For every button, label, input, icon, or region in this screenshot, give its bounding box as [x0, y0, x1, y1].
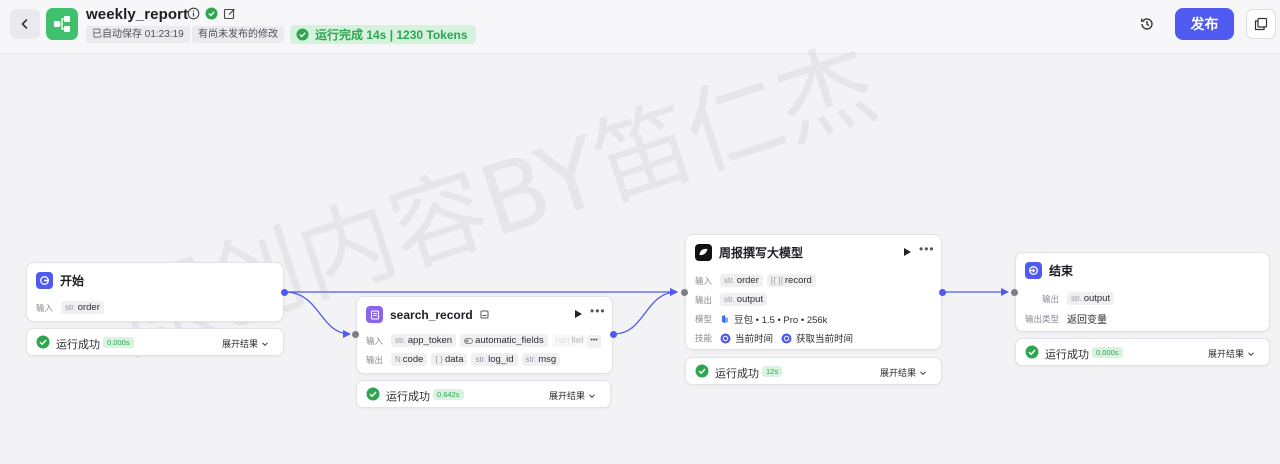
llm-output-label: 输出 — [695, 294, 713, 305]
start-title: 开始 — [60, 274, 85, 288]
llm-node[interactable]: 周报撰写大模型 ••• 输入 str. order [{ }] record 输出 … — [685, 234, 942, 350]
llm-input-chip: [{ }] record — [766, 274, 816, 287]
llm-model-value: 豆包 • 1.5 • Pro • 256k — [734, 315, 828, 326]
toggle-icon — [464, 337, 474, 344]
start-time-badge: 0.000s — [103, 337, 134, 348]
end-node[interactable]: 结束 输出 str. output 输出类型 返回变量 — [1015, 252, 1270, 332]
llm-title: 周报撰写大模型 — [719, 246, 804, 260]
copy-icon — [1254, 17, 1268, 31]
top-bar: weekly_report 已自动保存 01:23:19 有尚未发布的修改 运行… — [0, 0, 1280, 54]
end-status: 运行成功 0.000s 展开结果 — [1015, 338, 1270, 366]
search-input-chip: automatic_fields — [460, 334, 548, 347]
search-title: search_record — [390, 307, 473, 322]
success-icon — [366, 387, 380, 401]
edit-icon[interactable] — [223, 7, 236, 20]
success-icon — [296, 28, 309, 41]
end-in-port[interactable] — [1011, 289, 1018, 296]
start-status: 运行成功 0.000s 展开结果 — [26, 328, 284, 356]
llm-model-label: 模型 — [695, 314, 713, 324]
llm-out-port[interactable] — [939, 289, 946, 296]
verified-icon — [205, 7, 218, 20]
workflow-title: weekly_report — [86, 6, 189, 23]
doubao-icon — [722, 315, 729, 323]
title-icons — [187, 7, 236, 20]
search-expand-button[interactable]: 展开结果 — [549, 389, 596, 402]
llm-input-chip: str. order — [720, 274, 763, 287]
chevron-down-icon — [589, 393, 595, 398]
search-record-node[interactable]: search_record ••• 输入 str. app_token autom… — [356, 296, 613, 374]
end-output-chip: str. output — [1067, 292, 1115, 305]
history-icon[interactable] — [1136, 13, 1158, 35]
start-out-port[interactable] — [281, 289, 288, 296]
end-time-badge: 0.000s — [1092, 347, 1123, 358]
search-output-chip: { } data — [431, 353, 468, 366]
llm-skill-item: 当前时间 — [735, 334, 774, 345]
llm-status: 运行成功 12s 展开结果 — [685, 357, 942, 385]
end-title: 结束 — [1049, 264, 1074, 278]
search-in-port[interactable] — [352, 331, 359, 338]
skill-icon — [720, 333, 731, 343]
chevron-down-icon — [262, 341, 268, 346]
search-output-label: 输出 — [366, 354, 384, 365]
back-icon — [21, 19, 28, 29]
skill-icon — [781, 333, 792, 343]
llm-icon — [695, 244, 712, 261]
more-icon[interactable]: ••• — [919, 242, 935, 256]
success-icon — [36, 335, 50, 349]
search-input-label: 输入 — [366, 335, 384, 346]
workflow-icon — [46, 8, 78, 40]
back-button[interactable] — [10, 9, 40, 39]
start-icon — [36, 272, 53, 289]
llm-output-chip: str. output — [720, 293, 768, 306]
run-status-tag: 运行完成 14s | 1230 Tokens — [290, 25, 476, 44]
llm-skill-item: 获取当前时间 — [796, 334, 854, 345]
end-expand-button[interactable]: 展开结果 — [1208, 347, 1255, 360]
start-status-text: 运行成功 — [56, 339, 100, 351]
llm-expand-button[interactable]: 展开结果 — [880, 366, 927, 379]
info-icon[interactable] — [187, 7, 200, 20]
end-output-type-value: 返回变量 — [1067, 315, 1108, 326]
llm-in-port[interactable] — [681, 289, 688, 296]
chevron-down-icon — [1248, 351, 1254, 356]
search-output-chip: Ncode — [391, 353, 428, 366]
search-output-chip: str. msg — [521, 353, 561, 366]
autosave-tag: 已自动保存 01:23:19 — [86, 26, 190, 43]
end-output-label: 输出 — [1042, 293, 1060, 304]
run-icon[interactable] — [573, 309, 583, 319]
llm-status-text: 运行成功 — [715, 368, 759, 380]
start-node[interactable]: 开始 输入 str. order — [26, 262, 284, 322]
end-icon — [1025, 262, 1042, 279]
more-icon[interactable]: ••• — [590, 304, 606, 318]
more-fields-icon[interactable]: ••• — [587, 335, 601, 348]
search-input-chip: str. app_token — [391, 334, 457, 347]
start-input-label: 输入 — [36, 302, 54, 313]
doc-icon — [480, 310, 489, 319]
start-expand-button[interactable]: 展开结果 — [222, 337, 269, 350]
search-output-chip: str. log_id — [471, 353, 518, 366]
unpublished-tag: 有尚未发布的修改 — [192, 26, 284, 43]
search-status: 运行成功 0.642s 展开结果 — [356, 380, 611, 408]
llm-input-label: 输入 — [695, 275, 713, 286]
success-icon — [1025, 345, 1039, 359]
search-time-badge: 0.642s — [433, 389, 464, 400]
end-output-type-label: 输出类型 — [1025, 313, 1060, 324]
llm-skill-label: 技能 — [695, 333, 713, 343]
chevron-down-icon — [920, 370, 926, 375]
plugin-icon — [366, 306, 383, 323]
end-status-text: 运行成功 — [1045, 349, 1089, 361]
copy-button[interactable] — [1246, 9, 1276, 39]
search-status-text: 运行成功 — [386, 391, 430, 403]
run-status-text: 运行完成 14s | 1230 Tokens — [315, 28, 468, 42]
start-input-chip: str. order — [61, 301, 104, 314]
run-icon[interactable] — [902, 247, 912, 257]
llm-time-badge: 12s — [762, 366, 783, 377]
publish-button[interactable]: 发布 — [1175, 8, 1234, 40]
search-out-port[interactable] — [610, 331, 617, 338]
success-icon — [695, 364, 709, 378]
search-input-chip: [str] fiel — [551, 334, 588, 347]
